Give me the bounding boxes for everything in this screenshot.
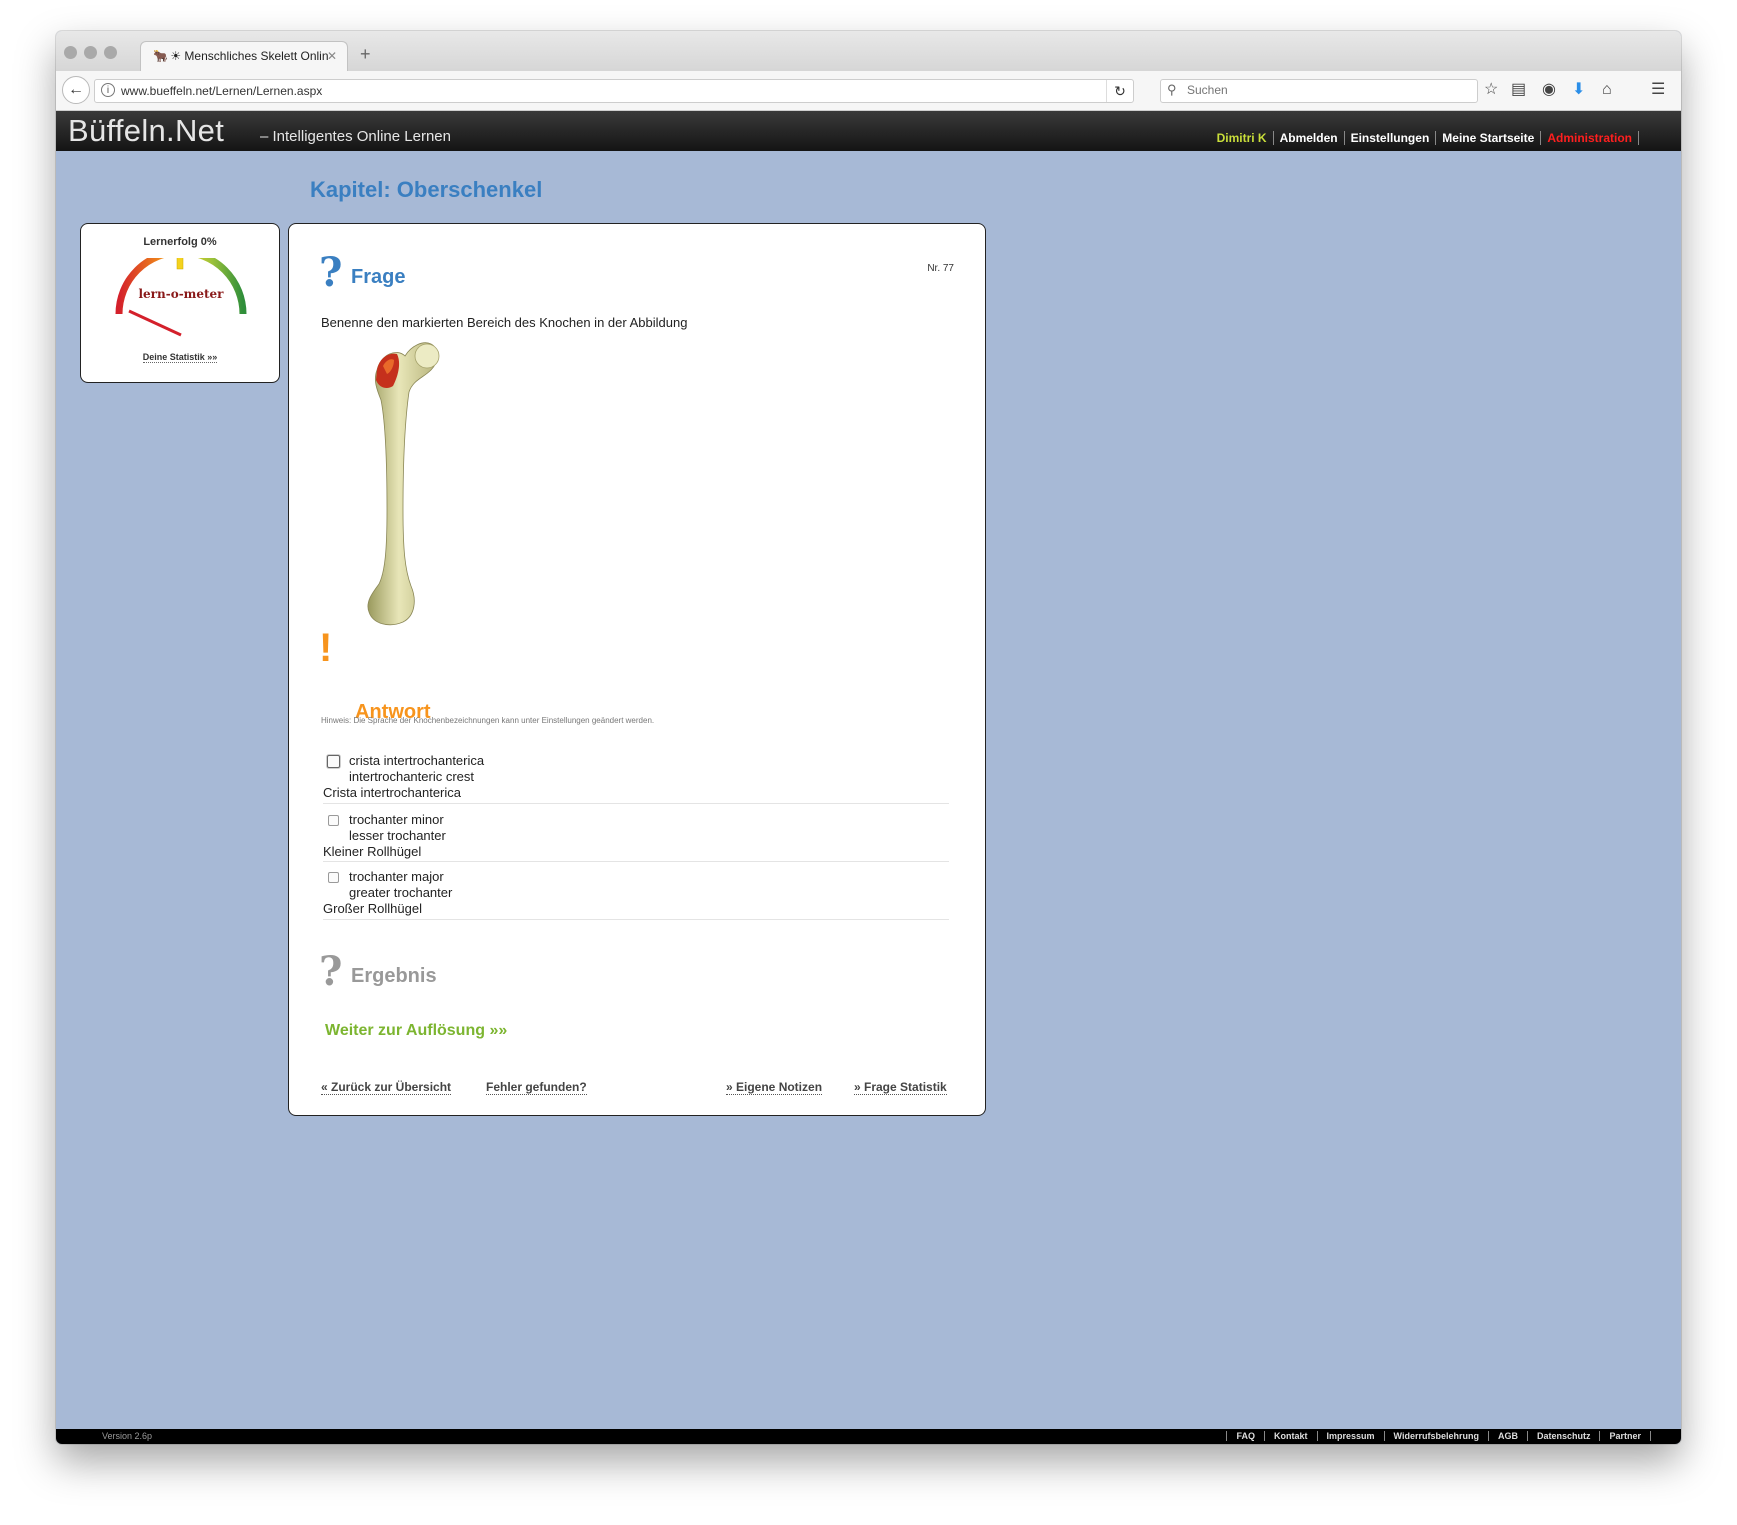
- browser-window: 🐂 ☀ Menschliches Skelett Onlin ✕ + ← i w…: [56, 31, 1681, 1444]
- question-number: Nr. 77: [927, 263, 954, 274]
- site-tagline: – Intelligentes Online Lernen: [260, 128, 451, 145]
- answer-german: Großer Rollhügel: [323, 901, 422, 916]
- footer-link-impressum[interactable]: Impressum: [1316, 1431, 1384, 1441]
- gauge-label: lern-o-meter: [138, 287, 224, 301]
- settings-link[interactable]: Einstellungen: [1344, 131, 1437, 145]
- answer-english: intertrochanteric crest: [349, 769, 474, 784]
- femur-bone-image: [367, 342, 440, 626]
- lern-o-meter-panel: Lernerfolg 0% lern-o-meter Deine Statist…: [80, 223, 280, 383]
- back-arrow-icon[interactable]: ←: [62, 76, 90, 104]
- info-icon[interactable]: i: [101, 83, 115, 97]
- answer-english: lesser trochanter: [349, 828, 446, 843]
- footer-link-widerrufsbelehrung[interactable]: Widerrufsbelehrung: [1383, 1431, 1488, 1441]
- search-input[interactable]: [1185, 82, 1469, 98]
- question-card: ? Frage Nr. 77 Benenne den markierten Be…: [288, 223, 986, 1116]
- learning-progress-label: Lernerfolg 0%: [143, 236, 217, 248]
- close-window-button[interactable]: [64, 46, 77, 59]
- footer-link-kontakt[interactable]: Kontakt: [1264, 1431, 1317, 1441]
- zoom-window-button[interactable]: [104, 46, 117, 59]
- footer-link-agb[interactable]: AGB: [1487, 1431, 1527, 1441]
- question-heading: Frage: [351, 266, 406, 288]
- gauge-icon: lern-o-meter: [115, 258, 247, 337]
- reload-icon[interactable]: ↻: [1106, 80, 1133, 102]
- answer-checkbox-1[interactable]: [327, 755, 340, 768]
- answer-option-1[interactable]: crista intertrochanterica intertrochante…: [323, 753, 949, 804]
- site-footer: Version 2.6p FAQ Kontakt Impressum Widerruf…: [56, 1429, 1681, 1444]
- home-icon[interactable]: ⌂: [1602, 81, 1612, 99]
- answer-checkbox-2[interactable]: [328, 815, 339, 826]
- url-text[interactable]: www.bueffeln.net/Lernen/Lernen.aspx: [121, 84, 322, 98]
- site-logo[interactable]: Büffeln.Net: [68, 113, 224, 149]
- answer-checkbox-3[interactable]: [328, 872, 339, 883]
- result-heading: Ergebnis: [351, 965, 437, 987]
- download-icon[interactable]: ⬇: [1572, 81, 1585, 99]
- my-startpage-link[interactable]: Meine Startseite: [1436, 131, 1542, 145]
- question-mark-icon: ?: [319, 249, 343, 296]
- own-notes-link[interactable]: » Eigene Notizen: [726, 1080, 823, 1095]
- search-box[interactable]: ⚲: [1160, 79, 1478, 103]
- search-icon: ⚲: [1167, 82, 1177, 97]
- administration-link[interactable]: Administration: [1541, 131, 1639, 145]
- navigation-toolbar: ← i www.bueffeln.net/Lernen/Lernen.aspx …: [56, 71, 1681, 111]
- footer-links: FAQ Kontakt Impressum Widerrufsbelehrung AGB…: [1226, 1431, 1651, 1441]
- site-header: Büffeln.Net – Intelligentes Online Lerne…: [56, 111, 1681, 151]
- answer-latin: crista intertrochanterica: [349, 753, 485, 768]
- answer-option-2[interactable]: trochanter minor lesser trochanter Klein…: [323, 812, 949, 862]
- footer-link-datenschutz[interactable]: Datenschutz: [1526, 1431, 1600, 1441]
- url-bar[interactable]: i www.bueffeln.net/Lernen/Lernen.aspx ↻: [94, 79, 1134, 103]
- footer-link-faq[interactable]: FAQ: [1226, 1431, 1264, 1441]
- exclamation-icon: !: [319, 626, 333, 670]
- version-label: Version 2.6p: [102, 1431, 153, 1441]
- bull-favicon-icon: 🐂: [153, 49, 168, 63]
- continue-to-solution-link[interactable]: Weiter zur Auflösung »»: [325, 1022, 507, 1040]
- browser-tab-active[interactable]: 🐂 ☀ Menschliches Skelett Onlin ✕: [140, 41, 348, 72]
- tab-strip: 🐂 ☀ Menschliches Skelett Onlin ✕ +: [56, 31, 1681, 72]
- statistics-link[interactable]: Deine Statistik »»: [81, 352, 279, 363]
- answer-latin: trochanter major: [349, 869, 444, 884]
- reading-list-icon[interactable]: ▤: [1511, 81, 1526, 99]
- minimize-window-button[interactable]: [84, 46, 97, 59]
- answer-latin: trochanter minor: [349, 812, 444, 827]
- tab-close-icon[interactable]: ✕: [327, 42, 337, 71]
- menu-icon[interactable]: ☰: [1651, 81, 1665, 99]
- user-name[interactable]: Dimitri K: [1210, 131, 1274, 145]
- result-question-mark-icon: ?: [319, 948, 343, 995]
- pocket-icon[interactable]: ◉: [1542, 81, 1556, 99]
- chapter-title: Kapitel: Oberschenkel: [310, 177, 543, 202]
- footer-link-partner[interactable]: Partner: [1599, 1431, 1651, 1441]
- user-navigation: Dimitri K Abmelden Einstellungen Meine Star…: [1210, 131, 1639, 145]
- answer-german: Crista intertrochanterica: [323, 785, 461, 800]
- back-to-overview-link[interactable]: « Zurück zur Übersicht: [321, 1080, 452, 1095]
- tab-title: ☀ Menschliches Skelett Onlin: [170, 49, 329, 63]
- language-hint: Hinweis: Die Sprache der Knochenbezeichn…: [321, 716, 655, 725]
- bookmark-star-icon[interactable]: ☆: [1484, 81, 1498, 99]
- question-statistics-link[interactable]: » Frage Statistik: [854, 1080, 947, 1095]
- logout-link[interactable]: Abmelden: [1273, 131, 1345, 145]
- new-tab-button[interactable]: +: [360, 45, 371, 63]
- question-text: Benenne den markierten Bereich des Knoch…: [321, 315, 688, 330]
- report-error-link[interactable]: Fehler gefunden?: [486, 1080, 587, 1095]
- answer-option-3[interactable]: trochanter major greater trochanter Groß…: [323, 869, 949, 920]
- answer-english: greater trochanter: [349, 885, 453, 900]
- answer-german: Kleiner Rollhügel: [323, 844, 422, 859]
